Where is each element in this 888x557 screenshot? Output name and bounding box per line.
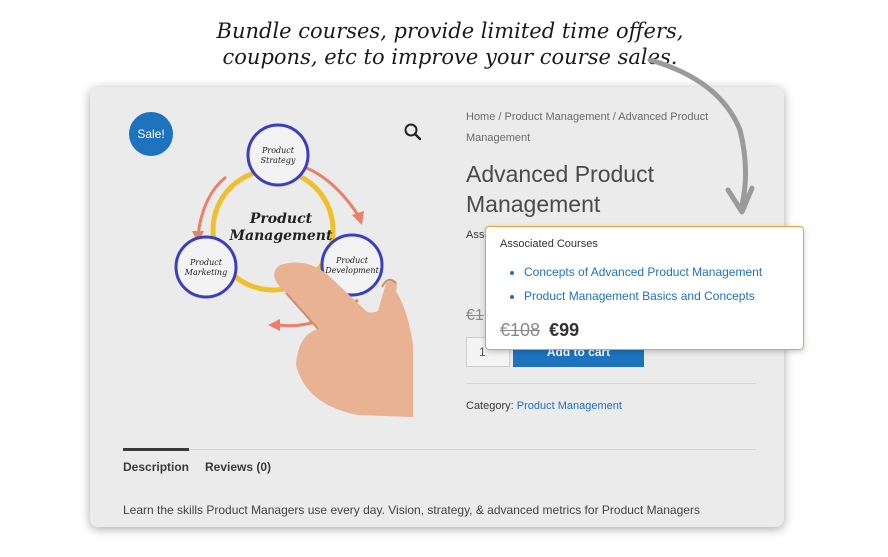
product-description: Learn the skills Product Managers use ev… — [123, 503, 700, 517]
promo-caption: Bundle courses, provide limited time off… — [150, 18, 750, 70]
list-item: Product Management Basics and Concepts — [524, 284, 762, 308]
course-link[interactable]: Concepts of Advanced Product Management — [524, 265, 762, 279]
product-image: Product Management Product Strategy Prod… — [174, 123, 413, 417]
breadcrumb-home[interactable]: Home — [466, 111, 495, 123]
svg-text:Marketing: Marketing — [184, 268, 227, 277]
category-link[interactable]: Product Management — [517, 400, 622, 412]
product-title: Advanced Product Management — [466, 161, 654, 217]
active-tab-indicator — [123, 448, 189, 451]
product-category: Category: Product Management — [466, 400, 622, 412]
old-price: €1 — [466, 307, 484, 324]
popup-prices: €108 €99 — [500, 320, 579, 341]
sale-badge: Sale! — [129, 112, 173, 156]
breadcrumb-category[interactable]: Product Management — [505, 111, 610, 123]
svg-text:Product: Product — [335, 256, 369, 265]
svg-text:Management: Management — [229, 228, 333, 244]
list-item: Concepts of Advanced Product Management — [524, 260, 762, 284]
breadcrumb-separator: / — [609, 111, 619, 123]
category-label: Category: — [466, 400, 517, 412]
svg-text:Development: Development — [324, 266, 379, 275]
search-icon[interactable] — [403, 122, 423, 142]
caption-line-1: Bundle courses, provide limited time off… — [216, 19, 684, 43]
tab-description[interactable]: Description — [123, 460, 189, 474]
caption-line-2: coupons, etc to improve your course sale… — [222, 45, 678, 69]
svg-text:Product: Product — [249, 211, 313, 227]
popup-sale-price: €99 — [549, 320, 580, 340]
svg-text:Product: Product — [189, 258, 223, 267]
associated-courses-list: Concepts of Advanced Product Management … — [524, 260, 762, 308]
product-cycle-diagram: Product Management Product Strategy Prod… — [174, 123, 413, 417]
breadcrumb: Home / Product Management / Advanced Pro… — [466, 107, 736, 149]
svg-text:Product: Product — [261, 146, 295, 155]
tabs-divider — [123, 449, 756, 450]
breadcrumb-separator: / — [495, 111, 505, 123]
divider — [466, 383, 756, 384]
tab-reviews[interactable]: Reviews (0) — [205, 460, 271, 474]
svg-text:Strategy: Strategy — [261, 156, 296, 165]
course-link[interactable]: Product Management Basics and Concepts — [524, 289, 755, 303]
popup-old-price: €108 — [500, 320, 541, 340]
associated-courses-popup: Associated Courses Concepts of Advanced … — [485, 226, 804, 350]
popup-title: Associated Courses — [500, 238, 598, 250]
